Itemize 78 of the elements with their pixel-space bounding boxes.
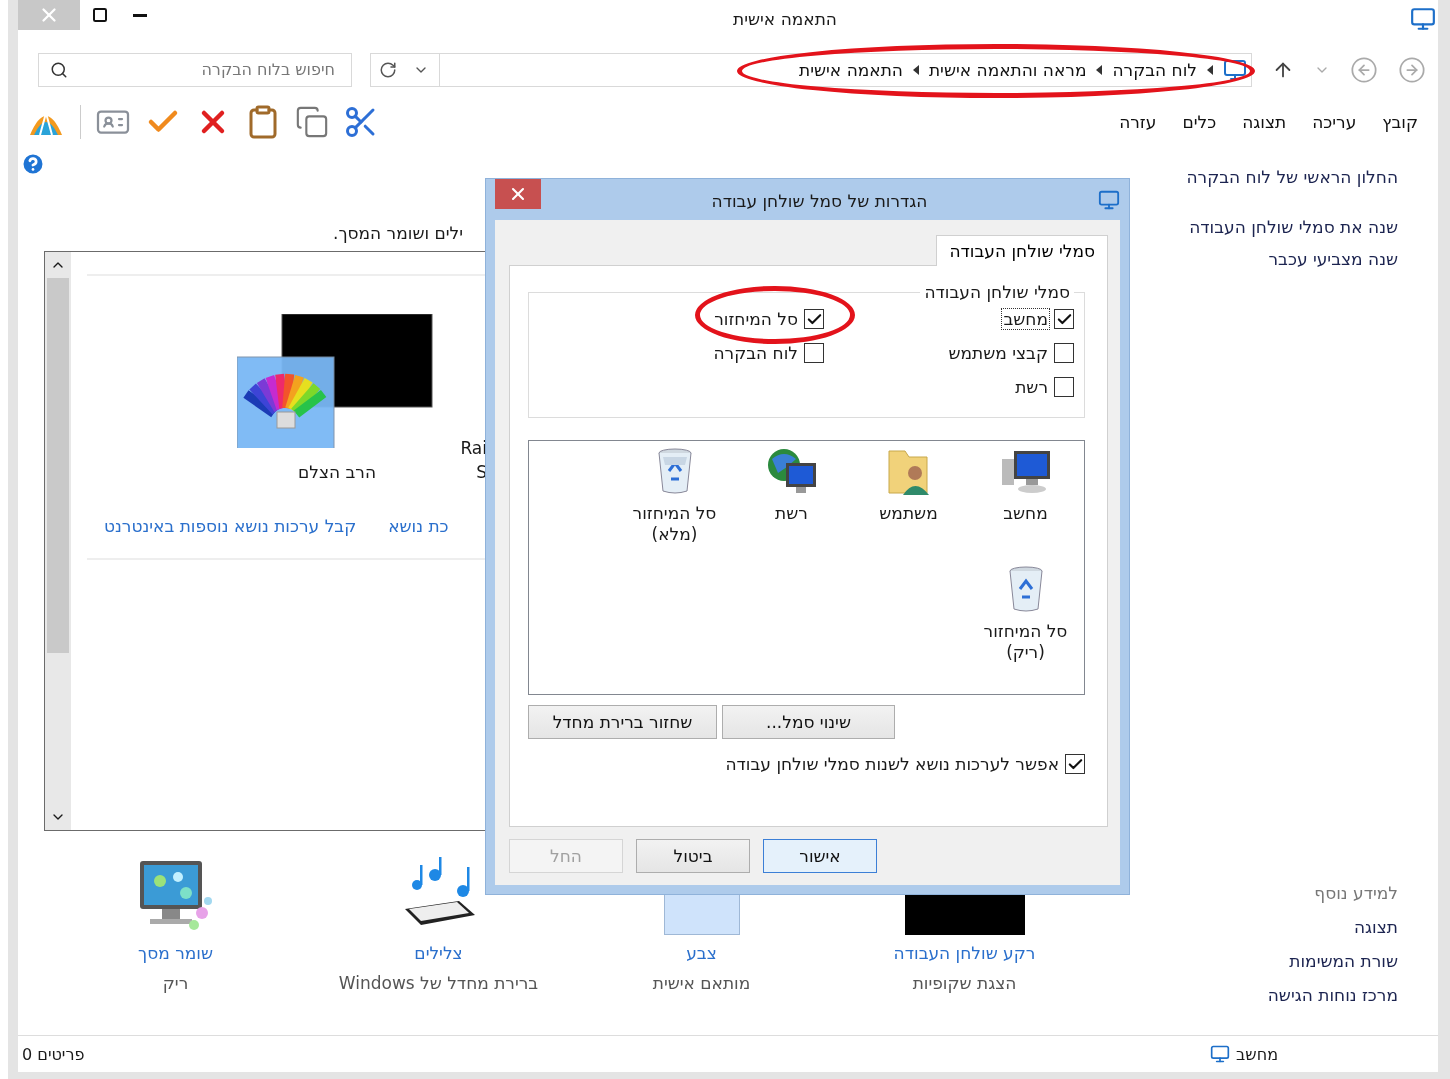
search-field[interactable]: חיפוש בלוח הבקרה (38, 52, 352, 87)
sidebar-link[interactable]: מרכז נוחות הגישה (1148, 985, 1398, 1005)
dialog-close-button[interactable] (495, 179, 541, 209)
desktop-icon-item[interactable]: רשת (733, 445, 850, 563)
breadcrumb-link[interactable]: לוח הבקרה (1112, 59, 1197, 80)
icon-label: משתמש (879, 503, 938, 524)
setting-subtitle: ריק (162, 973, 189, 993)
sidebar-link[interactable]: תצוגה (1148, 917, 1398, 937)
maximize-icon (92, 7, 108, 23)
checkbox-label[interactable]: רשת (1013, 376, 1050, 398)
theme-link[interactable]: קבל ערכות נושא נוספות באינטרנט (104, 516, 357, 536)
sidebar-link[interactable]: שנה את סמלי שולחן העבודה (1148, 217, 1398, 237)
menu-item[interactable]: כלים (1172, 112, 1227, 132)
forward-button[interactable] (1398, 55, 1426, 84)
separator-triangle-icon (912, 64, 919, 75)
theme-name: הרב הצלם (296, 461, 378, 484)
checkbox-label[interactable]: סל המיחזור (712, 308, 800, 330)
refresh-icon (379, 60, 397, 79)
copy-icon[interactable] (295, 105, 329, 139)
dialog-button[interactable]: אישור (763, 839, 877, 873)
dialog-app-icon (1098, 189, 1120, 211)
breadcrumb-link[interactable]: מראה והתאמה אישית (928, 59, 1087, 80)
help-icon[interactable] (20, 151, 46, 177)
menu-item[interactable]: קובץ (1372, 112, 1428, 132)
checkbox-label[interactable]: אפשר לערכות נושא לשנות סמלי שולחן עבודה (723, 753, 1061, 775)
icon-label: סל המיחזור (מלא) (632, 503, 717, 545)
minimize-icon (133, 13, 147, 17)
checkbox-label[interactable]: מחשב (1001, 308, 1050, 330)
status-count: 0 פריטים (22, 1044, 85, 1064)
action-button[interactable]: שחזור ברירת מחדל (528, 705, 717, 739)
search-icon (50, 60, 68, 79)
setting-link[interactable]: צבע (686, 943, 717, 963)
setting-subtitle: ברירת מחדל של Windows (338, 973, 539, 993)
setting-link[interactable]: רקע שולחן העבודה (893, 943, 1036, 963)
checkbox[interactable] (1065, 754, 1085, 774)
breadcrumb-link[interactable]: התאמה אישית (799, 59, 903, 80)
sidebar-heading: למידע נוסף (1313, 883, 1398, 903)
menu-item[interactable]: עריכה (1302, 112, 1367, 132)
checkbox-label[interactable]: לוח הבקרה (711, 342, 800, 364)
status-location: מחשב (1236, 1044, 1278, 1064)
sidebar-link[interactable]: שנה מצביעי עכבר (1148, 249, 1398, 269)
icon-label: מחשב (1003, 503, 1048, 524)
checkbox[interactable] (804, 343, 824, 363)
desktop-icon-item[interactable]: סל המיחזור (מלא) (616, 445, 733, 563)
intro-text: ילים ושומר המסך. (333, 223, 464, 243)
tab[interactable]: סמלי שולחן העבודה (936, 235, 1108, 266)
setting-link[interactable]: צלילים (414, 943, 463, 963)
checkbox[interactable] (804, 309, 824, 329)
window-title: התאמה אישית (732, 8, 838, 29)
theme-link[interactable]: כת נושא (388, 516, 449, 536)
sidebar-link[interactable]: החלון הראשי של לוח הבקרה (1148, 167, 1398, 187)
group-title: סמלי שולחן העבודה (923, 282, 1071, 302)
action-button[interactable]: שינוי סמל... (722, 705, 895, 739)
back-button[interactable] (1350, 55, 1378, 84)
menu-item[interactable]: תצוגה (1232, 112, 1297, 132)
dialog-button[interactable]: ביטול (636, 839, 750, 873)
desktop-icon-item[interactable]: משתמש (850, 445, 967, 563)
checkbox-label[interactable]: קבצי משתמש (946, 342, 1050, 364)
monitor-app-icon (1410, 6, 1436, 32)
checkbox[interactable] (1054, 343, 1074, 363)
dialog-title: הגדרות של סמל שולחן עבודה (710, 190, 929, 211)
checkbox[interactable] (1054, 377, 1074, 397)
computer-icon (1210, 1044, 1231, 1064)
desktop-icon-item[interactable]: מחשב (967, 445, 1084, 563)
desktop-icon-item[interactable]: סל המיחזור (ריק) (967, 563, 1084, 681)
separator-triangle-icon (1096, 64, 1103, 75)
separator-triangle-icon (1207, 64, 1213, 75)
setting-subtitle: מותאם אישית (652, 973, 751, 993)
setting-link[interactable]: שומר מסך (138, 943, 213, 963)
menu-item[interactable]: עזרה (1109, 112, 1167, 132)
control-panel-icon (1223, 57, 1247, 82)
scroll-thumb[interactable] (47, 278, 69, 653)
icon-label: רשת (775, 503, 808, 524)
setting-subtitle: הצגת שקופיות (912, 973, 1017, 993)
theme-tile[interactable]: הרב הצלם (237, 314, 437, 484)
sidebar-link[interactable]: שורת המשימות (1148, 951, 1398, 971)
checkbox[interactable] (1054, 309, 1074, 329)
icon-label: סל המיחזור (ריק) (983, 621, 1068, 663)
